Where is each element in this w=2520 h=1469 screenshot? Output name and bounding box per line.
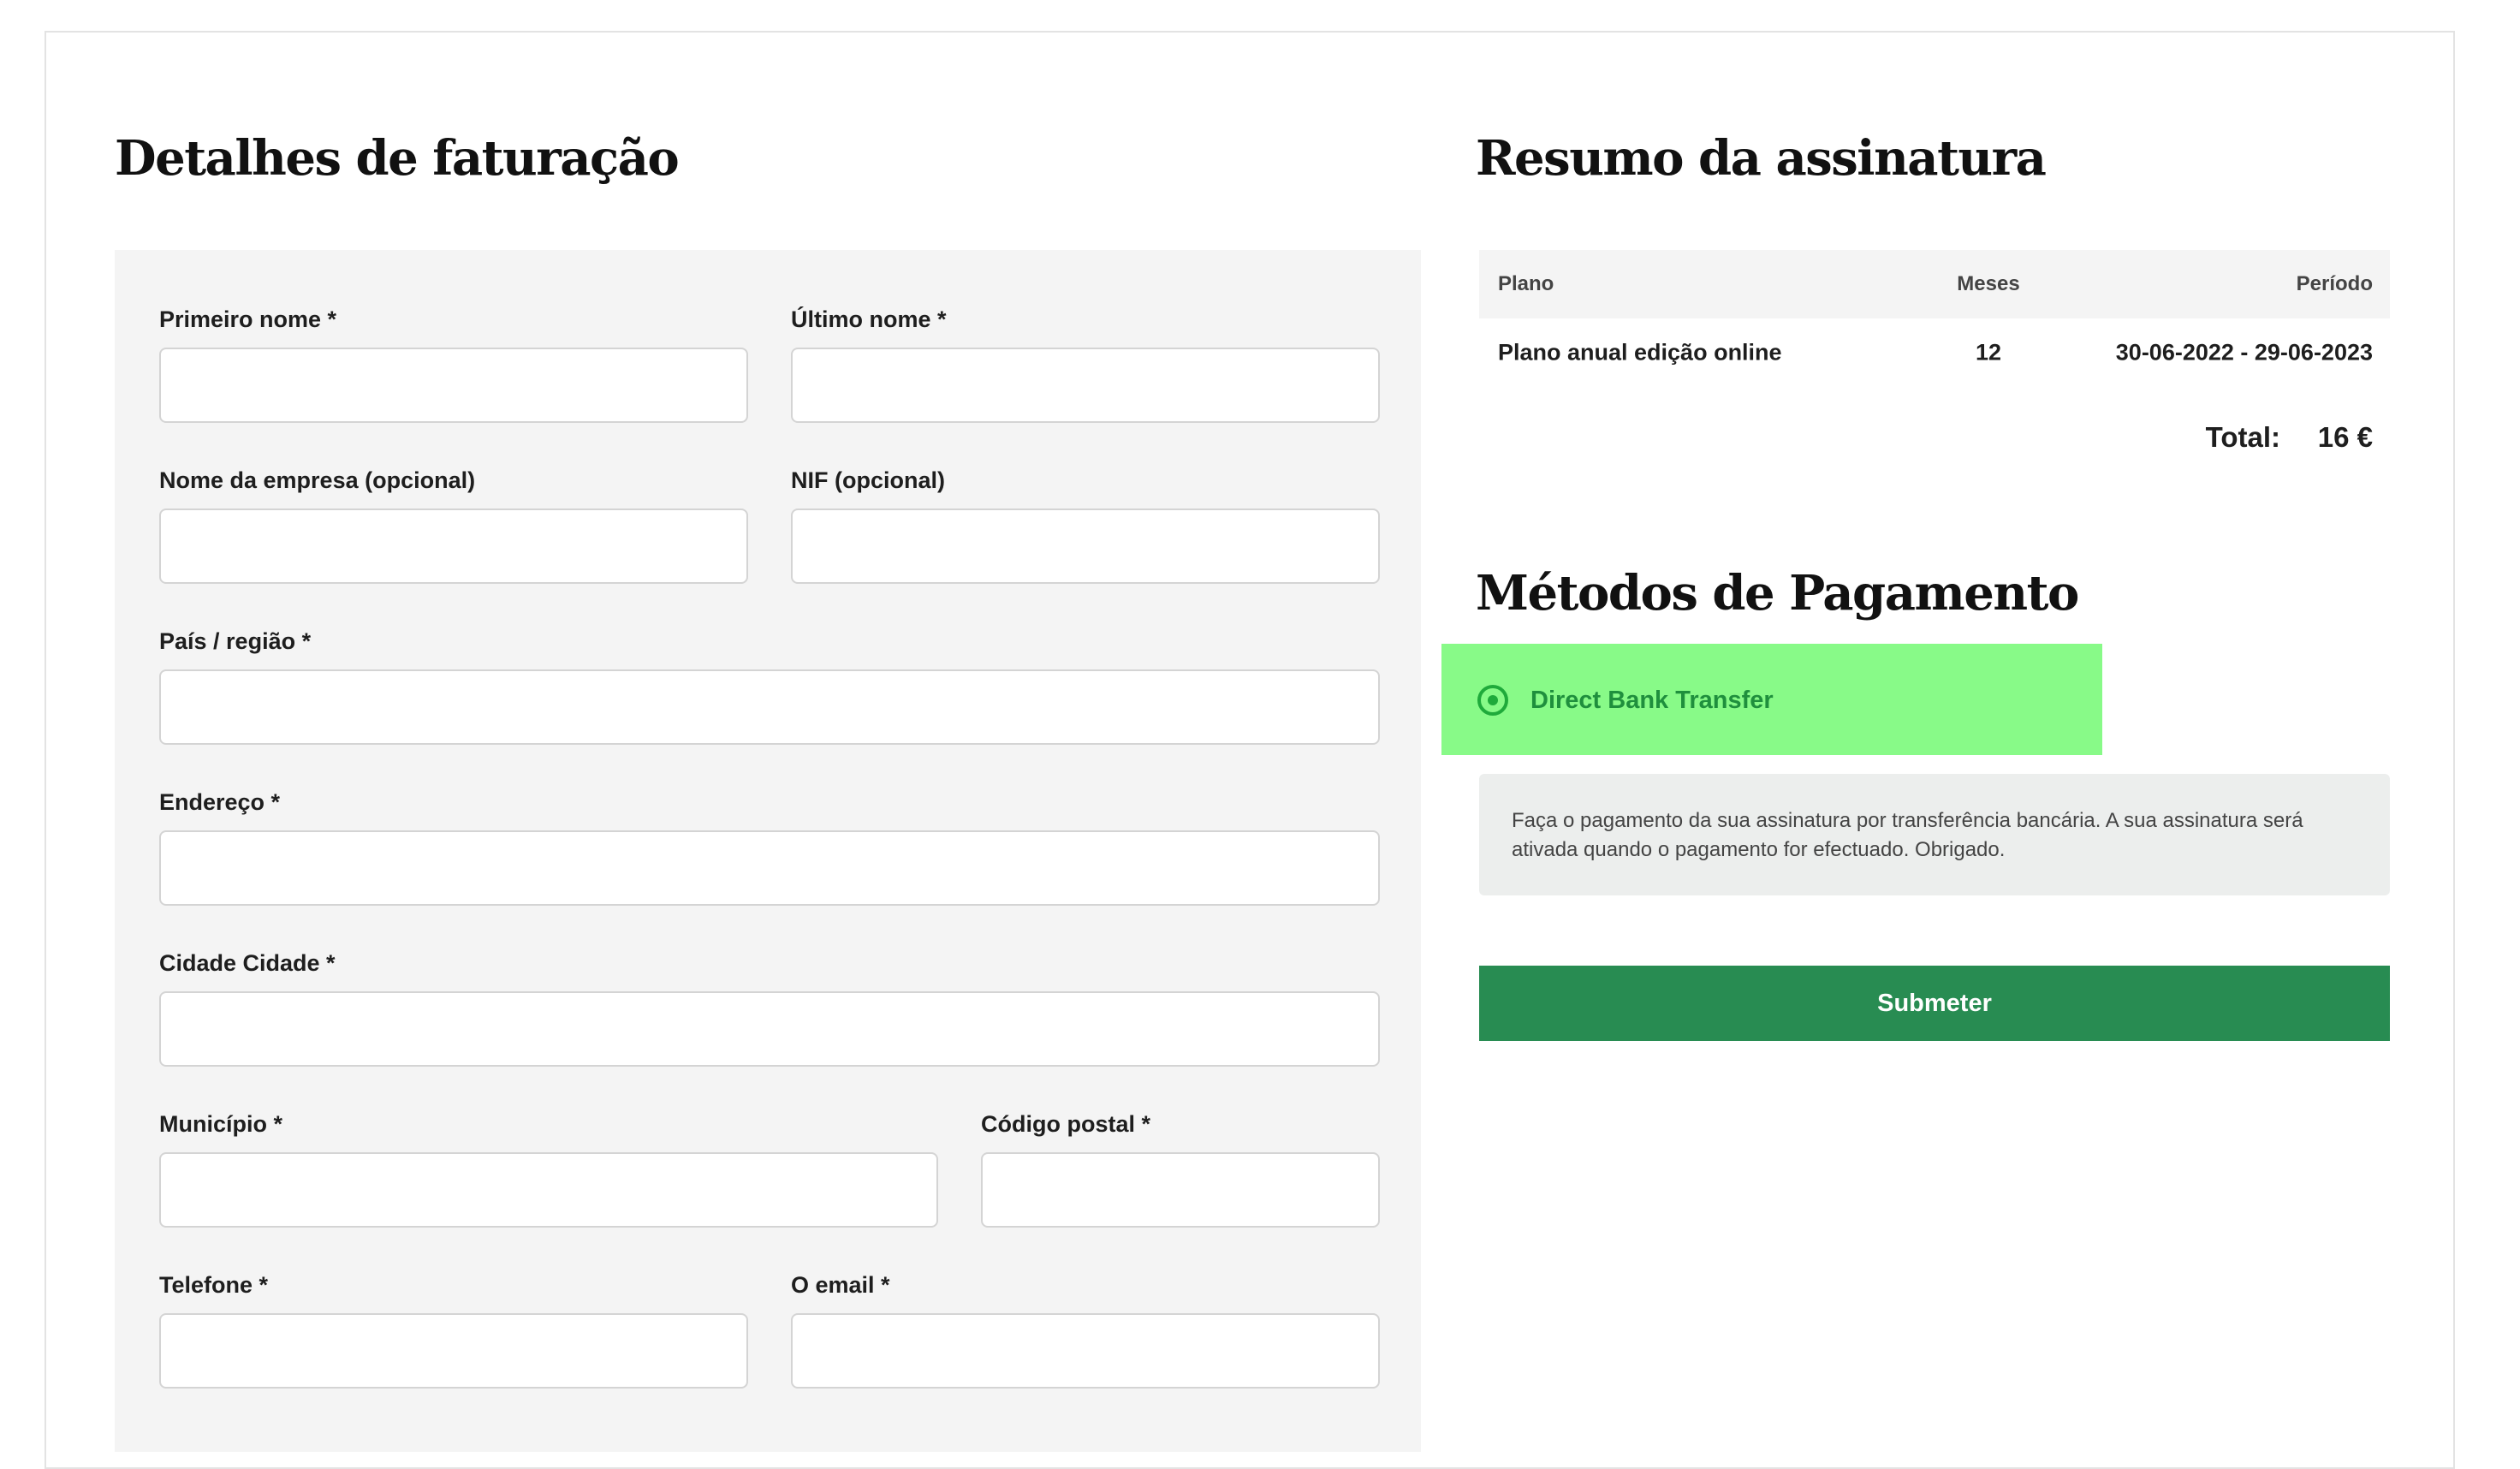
row-plan: Plano anual edição online	[1498, 339, 1782, 366]
submit-button[interactable]: Submeter	[1479, 966, 2390, 1041]
city-input[interactable]	[159, 991, 1380, 1067]
nif-label: NIF (opcional)	[791, 467, 945, 493]
company-label: Nome da empresa (opcional)	[159, 467, 476, 493]
first-name-label: Primeiro nome *	[159, 306, 337, 332]
city-label: Cidade Cidade *	[159, 950, 336, 976]
header-period: Período	[2296, 272, 2373, 295]
country-label: País / região *	[159, 628, 312, 654]
municipality-input[interactable]	[159, 1152, 938, 1228]
summary-title: Resumo da assinatura	[1476, 130, 2047, 187]
postal-code-input[interactable]	[981, 1152, 1380, 1228]
postal-code-label: Código postal *	[981, 1111, 1150, 1137]
nif-input[interactable]	[791, 508, 1380, 584]
billing-title: Detalhes de faturação	[115, 130, 680, 187]
phone-input[interactable]	[159, 1313, 748, 1389]
table-header: Plano Meses Período	[1479, 250, 2390, 318]
last-name-input[interactable]	[791, 348, 1380, 423]
billing-form: Primeiro nome * Último nome * Nome da em…	[115, 250, 1421, 1452]
row-months: 12	[1975, 339, 2002, 366]
address-label: Endereço *	[159, 789, 281, 815]
total: Total: 16 €	[1479, 414, 2390, 466]
header-months: Meses	[1957, 272, 2020, 295]
payment-option-label: Direct Bank Transfer	[1530, 687, 1774, 714]
phone-label: Telefone *	[159, 1272, 269, 1298]
email-input[interactable]	[791, 1313, 1380, 1389]
table-row: Plano anual edição online 12 30-06-2022 …	[1479, 318, 2390, 387]
total-label: Total:	[2205, 421, 2280, 453]
address-input[interactable]	[159, 830, 1380, 906]
payment-methods-title: Métodos de Pagamento	[1476, 565, 2079, 622]
municipality-label: Município *	[159, 1111, 282, 1137]
country-input[interactable]	[159, 669, 1380, 745]
last-name-label: Último nome *	[791, 306, 947, 332]
first-name-input[interactable]	[159, 348, 748, 423]
header-plan: Plano	[1498, 272, 1554, 295]
email-label: O email *	[791, 1272, 890, 1298]
payment-option-bank-transfer[interactable]: Direct Bank Transfer	[1441, 644, 2102, 755]
company-input[interactable]	[159, 508, 748, 584]
row-period: 30-06-2022 - 29-06-2023	[2115, 339, 2373, 366]
radio-dot	[1488, 695, 1498, 705]
payment-description: Faça o pagamento da sua assinatura por t…	[1479, 774, 2390, 895]
radio-selected-icon[interactable]	[1477, 685, 1508, 716]
subscription-table: Plano Meses Período Plano anual edição o…	[1479, 250, 2390, 387]
total-value: 16 €	[2317, 421, 2373, 453]
